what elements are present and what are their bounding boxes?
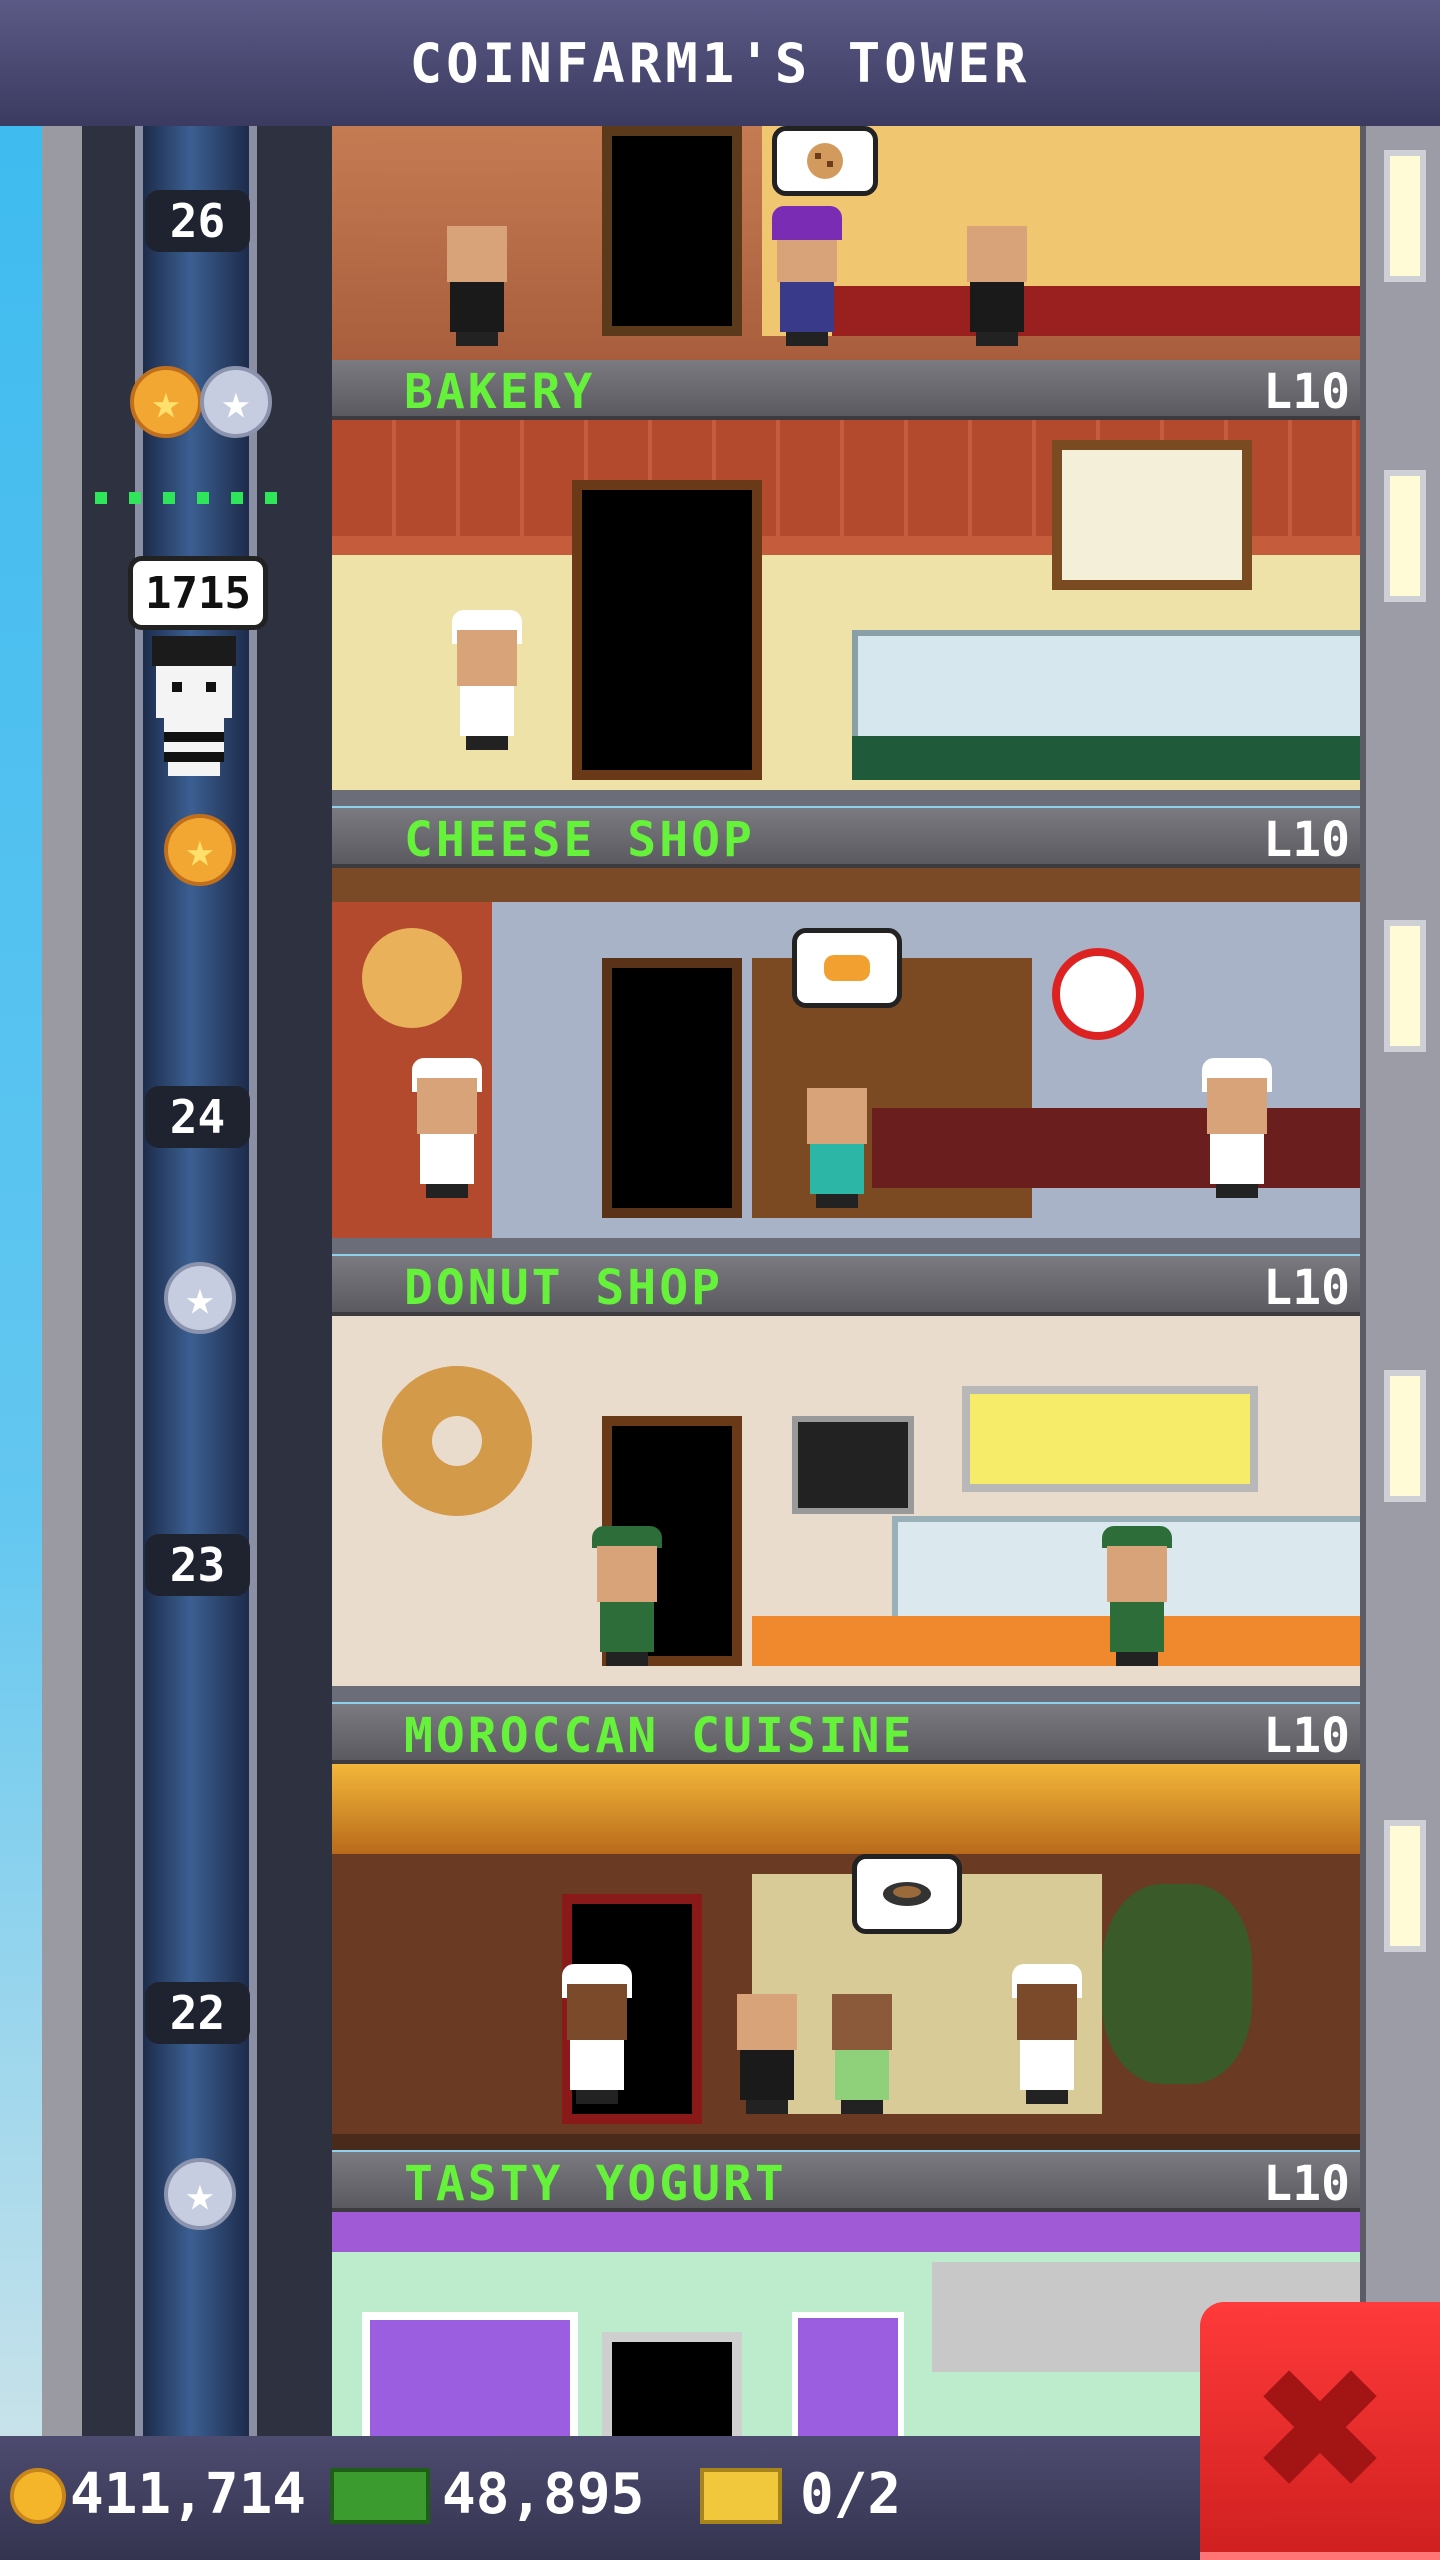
gold-star-icon[interactable]: ★ (164, 814, 236, 886)
ceiling-beam (332, 868, 1360, 902)
counter-base (852, 736, 1360, 780)
room-door (602, 126, 742, 336)
floor-name: BAKERY (404, 364, 596, 420)
floor-strip (332, 1238, 1360, 1254)
floor-strip (332, 1686, 1360, 1702)
floor-label-bar: BAKERY L10 (332, 360, 1360, 420)
floor-level: L10 (1263, 812, 1350, 868)
canopy-drape (332, 1764, 1360, 1854)
bitizen-visitor[interactable] (772, 206, 842, 346)
bitizen-worker[interactable] (962, 206, 1032, 346)
floor-donut-shop[interactable]: DONUT SHOP L10 (332, 1256, 1360, 1702)
floor-number-23: 23 (145, 1534, 250, 1596)
room-interior (332, 126, 1360, 386)
palm-plant (1102, 1884, 1252, 2084)
gold-star-icon[interactable]: ★ (130, 366, 202, 438)
purple-trim (332, 2212, 1360, 2252)
elevator-sparkle (95, 488, 295, 508)
menu-board (1052, 440, 1252, 590)
floor-name: CHEESE SHOP (404, 812, 755, 868)
bitizen-chef[interactable] (1202, 1058, 1272, 1198)
menu-board (362, 2312, 578, 2436)
tower-title-bar: COINFARM1'S TOWER (0, 0, 1440, 132)
dish-request-bubble[interactable] (852, 1854, 962, 1934)
room-door (572, 480, 762, 780)
room-counter (832, 286, 1360, 336)
room-counter (752, 1616, 1360, 1666)
window (1384, 150, 1426, 282)
window (1384, 920, 1426, 1052)
floor-number-26: 26 (145, 190, 250, 252)
chalk-board (792, 1416, 914, 1514)
close-button[interactable]: ✖ (1200, 2302, 1440, 2560)
donut-decor (382, 1366, 532, 1516)
floor-label-bar: DONUT SHOP L10 (332, 1256, 1360, 1316)
floor-moroccan-cuisine[interactable]: MOROCCAN CUISINE L10 (332, 1704, 1360, 2150)
bitizen-worker[interactable] (732, 1974, 802, 2114)
passenger-floor-bubble[interactable]: 1715 (128, 556, 268, 630)
room-interior (332, 1764, 1360, 2150)
room-interior (332, 420, 1360, 806)
bitizen-chef[interactable] (1012, 1964, 1082, 2104)
floor-label-bar: TASTY YOGURT L10 (332, 2152, 1360, 2212)
room-door (602, 958, 742, 1218)
bux-count: 48,895 (442, 2462, 645, 2527)
floor-level: L10 (1263, 364, 1350, 420)
bux-icon (330, 2468, 430, 2524)
price-board (962, 1386, 1258, 1492)
floor-level: L10 (1263, 1708, 1350, 1764)
window (1384, 1820, 1426, 1952)
golden-ticket-icon (700, 2468, 782, 2524)
floor-label-bar: CHEESE SHOP L10 (332, 808, 1360, 868)
coin-icon (10, 2468, 66, 2524)
floor-name: MOROCCAN CUISINE (404, 1708, 915, 1764)
tower-floors: BAKERY L10 CHEESE SHOP L10 DONUT SHOP L1… (332, 126, 1360, 2436)
bitizen-visitor[interactable] (802, 1068, 872, 1208)
no-smoking-sign (1052, 948, 1144, 1040)
sky-background (0, 126, 42, 2436)
close-icon: ✖ (1248, 2332, 1392, 2530)
floor-cheese-shop[interactable]: CHEESE SHOP L10 (332, 808, 1360, 1254)
floor-level: L10 (1263, 2156, 1350, 2212)
room-door (602, 2332, 742, 2436)
dish-icon (883, 1882, 931, 1906)
window (1384, 1370, 1426, 1502)
silver-star-icon[interactable]: ★ (164, 1262, 236, 1334)
window (1384, 470, 1426, 602)
silver-star-icon[interactable]: ★ (200, 366, 272, 438)
bitizen-chef[interactable] (452, 610, 522, 750)
floor-strip (332, 2134, 1360, 2150)
room-interior (332, 1316, 1360, 1702)
ticket-count: 0/2 (800, 2462, 902, 2527)
cookie-request-bubble[interactable] (772, 126, 878, 196)
floor-strip (332, 790, 1360, 806)
floor-label-bar: MOROCCAN CUISINE L10 (332, 1704, 1360, 1764)
room-counter (872, 1108, 1360, 1188)
floor-number-24: 24 (145, 1086, 250, 1148)
display-case (852, 630, 1360, 742)
floor-level: L10 (1263, 1260, 1350, 1316)
bitizen-visitor[interactable] (827, 1974, 897, 2114)
floor-number-22: 22 (145, 1982, 250, 2044)
bitizen-chef[interactable] (412, 1058, 482, 1198)
silver-star-icon[interactable]: ★ (164, 2158, 236, 2230)
floor-bakery[interactable]: BAKERY L10 (332, 360, 1360, 806)
bitizen-worker[interactable] (592, 1526, 662, 1666)
cheese-wheel-decor (362, 928, 462, 1028)
bitizen-worker[interactable] (1102, 1526, 1172, 1666)
menu-board-small (792, 2312, 904, 2436)
cheese-request-bubble[interactable] (792, 928, 902, 1008)
coin-count: 411,714 (70, 2462, 307, 2527)
bitizen-worker[interactable] (442, 206, 512, 346)
floor-name: TASTY YOGURT (404, 2156, 787, 2212)
room-interior (332, 868, 1360, 1254)
bitizen-chef[interactable] (562, 1964, 632, 2104)
elevator-passenger[interactable] (146, 636, 242, 782)
cookie-icon (807, 143, 843, 179)
floor-name: DONUT SHOP (404, 1260, 723, 1316)
tower-title: COINFARM1'S TOWER (409, 31, 1031, 95)
cheese-icon (824, 955, 870, 981)
